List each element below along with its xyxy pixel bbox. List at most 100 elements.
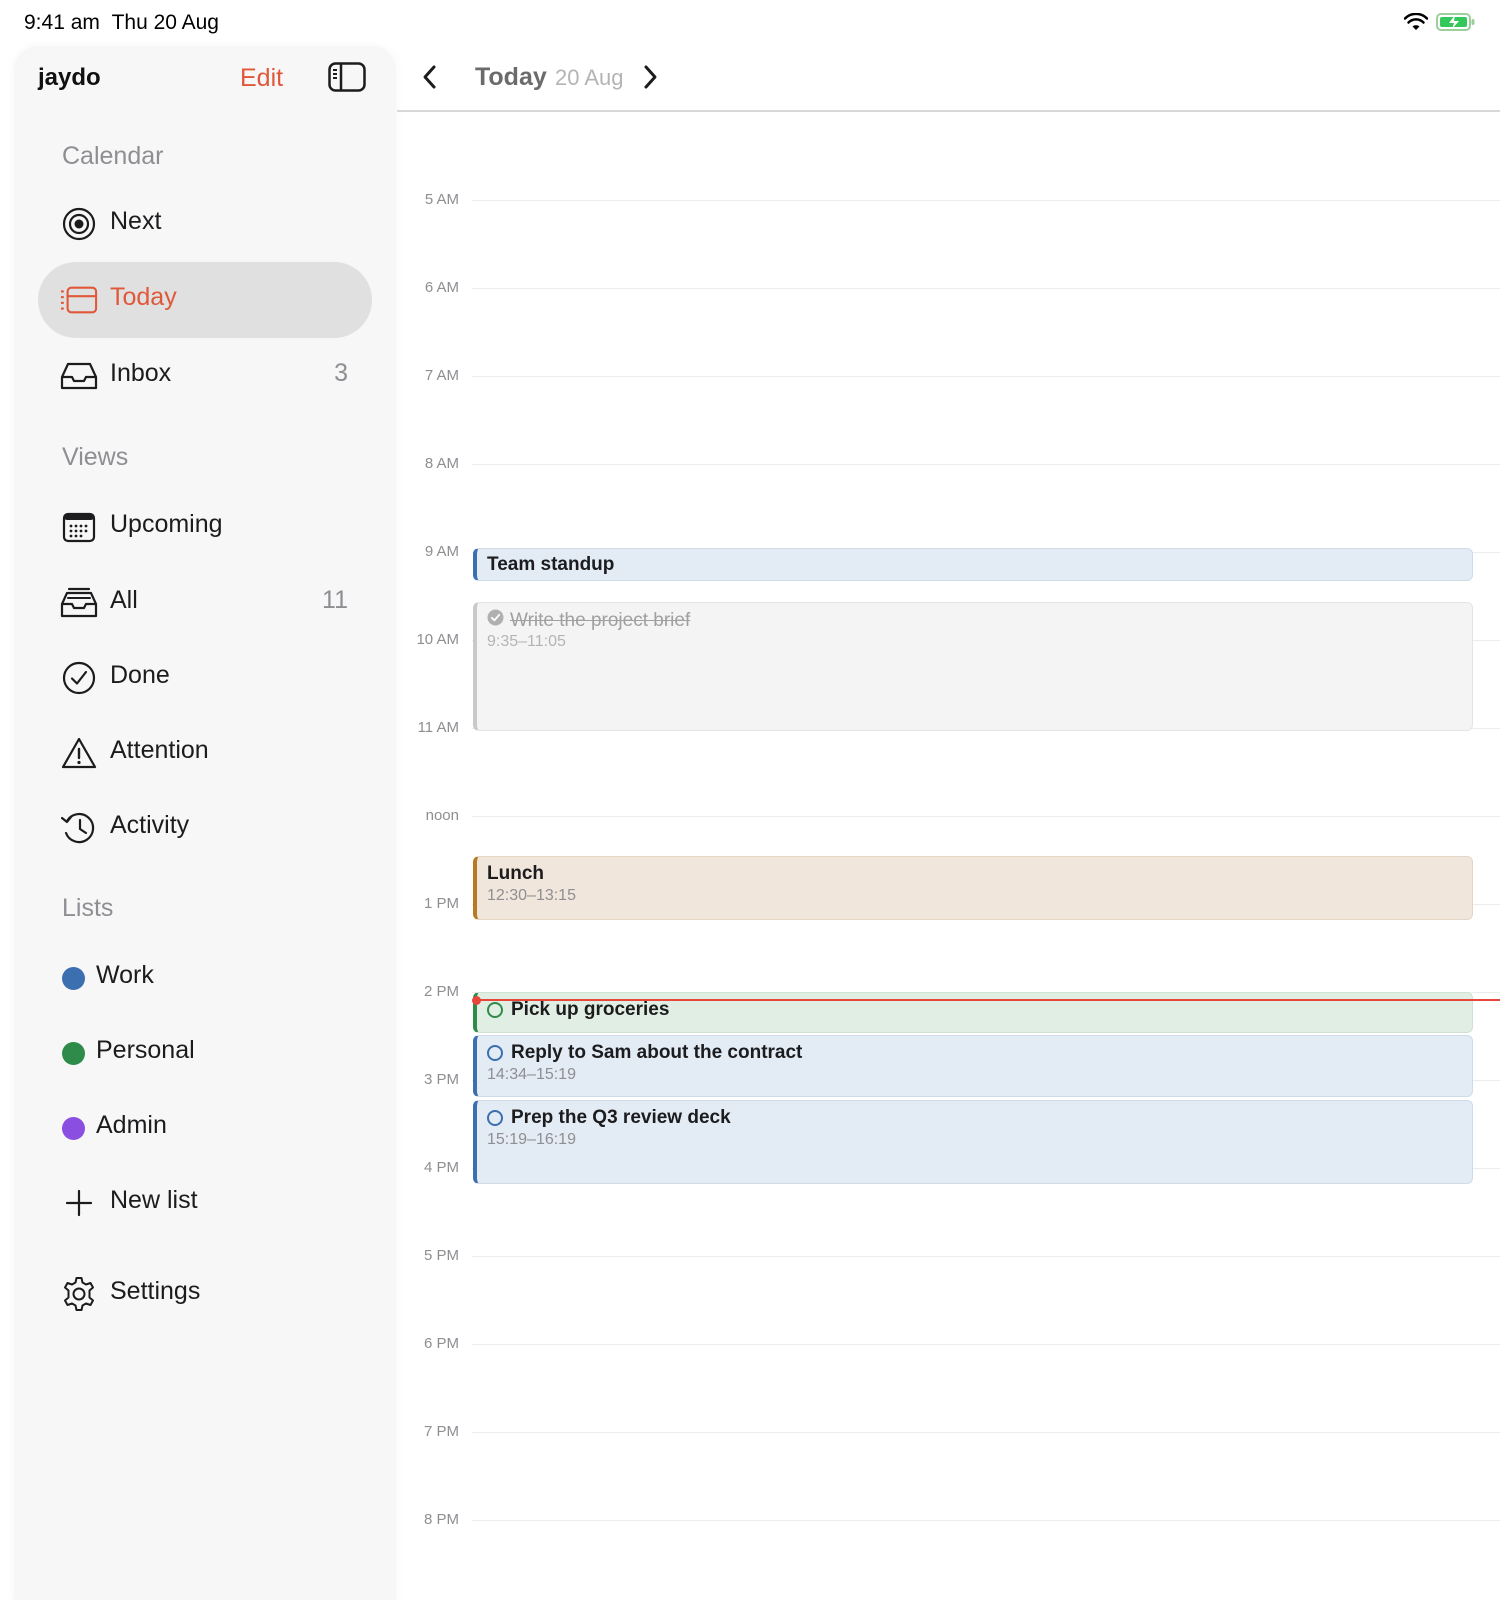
chevron-right-icon[interactable] [641, 62, 659, 97]
sidebar-item-label: Activity [110, 811, 190, 839]
hour-label: 5 AM [424, 191, 459, 208]
chevron-left-icon[interactable] [421, 62, 439, 97]
list-color-dot [62, 967, 85, 990]
section-title-calendar: Calendar [62, 142, 164, 170]
day-timeline[interactable]: 5 AM 6 AM 7 AM 8 AM 9 AM 10 AM 11 AM noo… [397, 114, 1500, 1600]
calendar-day-icon [60, 281, 98, 319]
main-header: Today 20 Aug [397, 46, 1500, 112]
battery-charging-icon [1436, 12, 1476, 37]
sidebar-item-label: All [110, 586, 138, 614]
hour-row: noon [397, 807, 1500, 824]
event-title-row: Write the project brief [487, 609, 690, 632]
date-subtitle: 20 Aug [555, 65, 624, 90]
wifi-icon [1403, 12, 1429, 36]
hour-row: 8 AM [397, 455, 1500, 472]
hour-label: 5 PM [423, 1247, 459, 1264]
hour-label: 10 AM [416, 631, 459, 648]
history-clock-icon [60, 809, 98, 847]
hour-label: 11 AM [417, 719, 459, 736]
hour-label: 9 AM [424, 543, 459, 560]
hour-gridline [472, 200, 1500, 201]
hour-gridline [472, 464, 1500, 465]
event-team-standup[interactable]: Team standup [473, 548, 1473, 581]
hour-row: 7 AM [397, 367, 1500, 384]
calendar-grid-icon [60, 508, 98, 546]
hour-gridline [472, 376, 1500, 377]
section-title-lists: Lists [62, 894, 114, 922]
hour-label: 8 AM [424, 455, 459, 472]
event-time: 12:30–13:15 [487, 887, 576, 904]
hour-label: 2 PM [423, 983, 459, 1000]
date-title: Today [475, 63, 547, 91]
event-time: 15:19–16:19 [487, 1131, 576, 1148]
sidebar-item-label: Next [110, 207, 162, 235]
hour-row: 5 PM [397, 1247, 1500, 1264]
inbox-tray-icon [60, 357, 98, 395]
event-lunch[interactable]: Lunch 12:30–13:15 [473, 856, 1473, 920]
event-time: 9:35–11:05 [487, 633, 566, 650]
hour-label: 7 AM [424, 367, 459, 384]
event-title-row: Prep the Q3 review deck [487, 1107, 731, 1129]
event-title: Pick up groceries [511, 999, 670, 1020]
event-title: Prep the Q3 review deck [511, 1107, 731, 1128]
list-label: Personal [96, 1036, 195, 1064]
settings-button[interactable]: Settings [38, 1256, 372, 1332]
new-list-button[interactable]: New list [38, 1165, 372, 1241]
check-circle-icon [60, 659, 98, 697]
sidebar-toggle-icon[interactable] [328, 62, 366, 97]
hour-gridline [472, 1520, 1500, 1521]
edit-button[interactable]: Edit [240, 64, 283, 93]
warning-triangle-icon [60, 734, 98, 772]
event-prep-q3-deck[interactable]: Prep the Q3 review deck 15:19–16:19 [473, 1100, 1473, 1184]
sidebar-item-label: Attention [110, 736, 209, 764]
sidebar-item-activity[interactable]: Activity [38, 790, 372, 866]
circle-checkbox-icon[interactable] [487, 1002, 503, 1018]
hour-label: noon [425, 807, 459, 824]
hour-gridline [472, 816, 1500, 817]
event-title: Write the project brief [510, 609, 691, 631]
sidebar-item-label: Today [110, 283, 177, 311]
sidebar-item-label: Done [110, 661, 170, 689]
circle-checkbox-icon[interactable] [487, 1045, 503, 1061]
circle-checkbox-icon[interactable] [487, 1110, 503, 1126]
target-icon [60, 205, 98, 243]
sidebar-item-next[interactable]: Next [38, 186, 372, 262]
list-color-dot [62, 1042, 85, 1065]
hour-row: 6 PM [397, 1335, 1500, 1352]
list-label: Admin [96, 1111, 167, 1139]
hour-label: 6 AM [424, 279, 459, 296]
event-title: Reply to Sam about the contract [511, 1042, 803, 1063]
app-name: jaydo [38, 64, 101, 91]
event-reply-to-sam[interactable]: Reply to Sam about the contract 14:34–15… [473, 1035, 1473, 1097]
inbox-count-badge: 3 [334, 359, 348, 387]
sidebar-item-upcoming[interactable]: Upcoming [38, 489, 372, 565]
main-calendar: Today 20 Aug 5 AM 6 AM 7 AM 8 AM 9 AM 10… [397, 46, 1500, 1600]
hour-gridline [472, 1432, 1500, 1433]
sidebar-item-attention[interactable]: Attention [38, 715, 372, 791]
hour-label: 6 PM [423, 1335, 459, 1352]
list-item-work[interactable]: Work [38, 940, 372, 1016]
list-color-dot [62, 1117, 85, 1140]
event-title: Team standup [487, 554, 615, 575]
event-write-project-brief[interactable]: Write the project brief 9:35–11:05 [473, 602, 1473, 731]
sidebar-item-today[interactable]: Today [38, 262, 372, 338]
hour-label: 3 PM [423, 1071, 459, 1088]
archive-tray-icon [60, 584, 98, 622]
status-icons [1403, 12, 1476, 37]
sidebar-item-all[interactable]: All 11 [38, 565, 372, 641]
hour-label: 7 PM [423, 1423, 459, 1440]
current-time-line [476, 999, 1500, 1001]
settings-label: Settings [110, 1277, 201, 1305]
checked-circle-icon[interactable] [487, 609, 504, 632]
sidebar: jaydo Edit Calendar Next Today Inbox 3 V… [14, 46, 396, 1600]
hour-label: 8 PM [423, 1511, 459, 1528]
sidebar-item-done[interactable]: Done [38, 640, 372, 716]
sidebar-item-label: Upcoming [110, 510, 223, 538]
list-item-admin[interactable]: Admin [38, 1090, 372, 1166]
list-item-personal[interactable]: Personal [38, 1015, 372, 1091]
hour-label: 4 PM [423, 1159, 459, 1176]
hour-row: 5 AM [397, 191, 1500, 208]
sidebar-item-inbox[interactable]: Inbox 3 [38, 338, 372, 414]
sidebar-header: jaydo Edit [14, 46, 396, 110]
hour-row: 7 PM [397, 1423, 1500, 1440]
